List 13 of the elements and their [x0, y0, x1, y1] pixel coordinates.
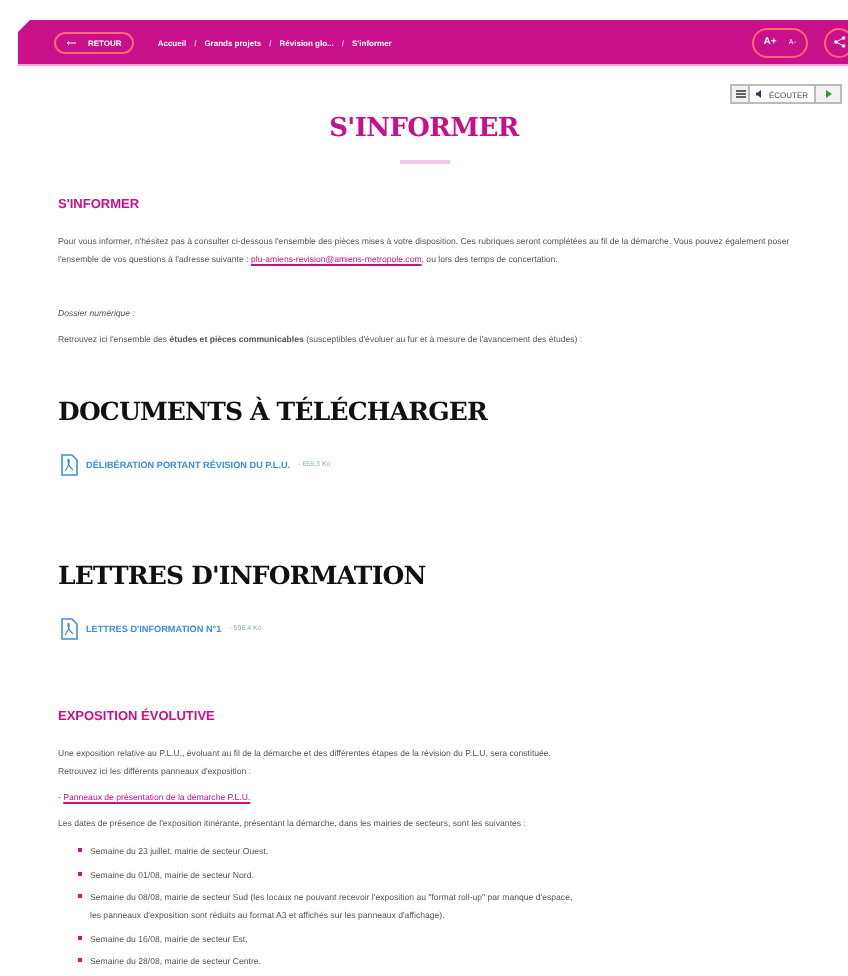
menu-button[interactable] — [732, 86, 749, 102]
back-arrow-icon — [66, 39, 76, 45]
pdf-icon — [60, 454, 78, 476]
title-underline — [399, 160, 449, 164]
share-button[interactable] — [824, 27, 848, 57]
speaker-icon — [756, 90, 765, 98]
menu-icon — [735, 90, 746, 98]
pdf-icon — [60, 618, 78, 640]
play-icon — [825, 90, 831, 98]
section-heading: DOCUMENTS À TÉLÉCHARGER — [58, 396, 490, 426]
section-heading: LETTRES D'INFORMATION — [58, 560, 428, 590]
share-icon — [833, 36, 845, 48]
page-title: S'INFORMER — [327, 114, 522, 144]
